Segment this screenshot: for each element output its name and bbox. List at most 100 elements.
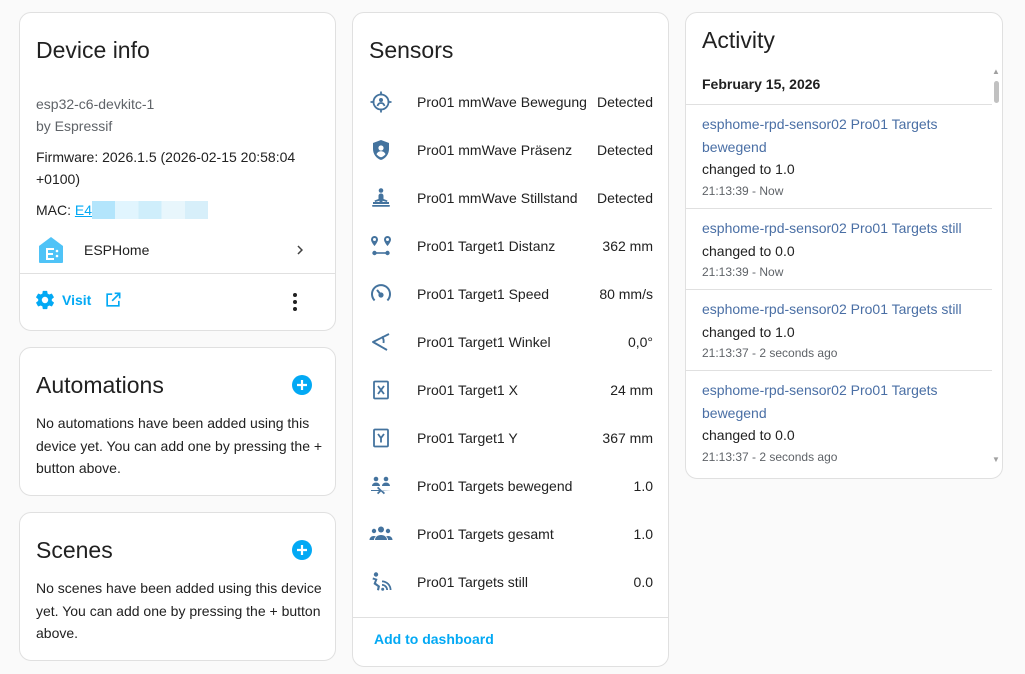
- activity-time: 21:13:39 - Now: [702, 183, 784, 198]
- sensor-value: Detected: [596, 94, 653, 110]
- sensor-value: 80 mm/s: [599, 286, 653, 302]
- device-firmware: Firmware: 2026.1.5 (2026-02-15 20:58:04 …: [36, 149, 296, 187]
- visit-device-button[interactable]: Visit: [34, 289, 123, 311]
- device-manufacturer: by Espressif: [36, 118, 113, 134]
- add-scene-icon[interactable]: [291, 539, 313, 561]
- device-model: esp32-c6-devkitc-1: [36, 96, 155, 112]
- map-marker-distance-icon: [369, 234, 393, 258]
- open-in-new-icon: [103, 290, 123, 310]
- chevron-right-icon: [291, 241, 309, 259]
- angle-acute-icon: [369, 330, 393, 354]
- scenes-title: Scenes: [36, 537, 113, 563]
- sensor-row[interactable]: Pro01 mmWave Präsenz Detected: [353, 126, 668, 174]
- activity-entity-link[interactable]: esphome-rpd-sensor02 Pro01 Targets beweg…: [702, 379, 982, 424]
- sensor-row[interactable]: Pro01 Target1 X 24 mm: [353, 366, 668, 414]
- sensor-value: Detected: [596, 190, 653, 206]
- scroll-up-arrow-icon[interactable]: ▲: [992, 67, 1000, 76]
- sensor-name: Pro01 Targets gesamt: [417, 526, 554, 542]
- sensors-divider: [353, 617, 668, 618]
- sensor-row[interactable]: Pro01 Target1 Y 367 mm: [353, 414, 668, 462]
- activity-entry: esphome-rpd-sensor02 Pro01 Targets beweg…: [702, 113, 982, 200]
- activity-change: changed to 0.0: [702, 427, 795, 443]
- device-info-title: Device info: [36, 37, 150, 63]
- sensor-value: 367 mm: [602, 430, 653, 446]
- activity-time: 21:13:37 - 2 seconds ago: [702, 449, 838, 464]
- automations-card: Automations No automations have been add…: [19, 347, 336, 496]
- speedometer-icon: [369, 282, 393, 306]
- device-divider: [20, 273, 335, 274]
- gear-icon: [34, 289, 56, 311]
- sensor-row[interactable]: Pro01 mmWave Stillstand Detected: [353, 174, 668, 222]
- activity-change: changed to 1.0: [702, 323, 795, 340]
- sensor-row[interactable]: Pro01 Target1 Winkel 0,0°: [353, 318, 668, 366]
- motion-target-icon: [369, 90, 393, 114]
- sensor-value: 1.0: [633, 478, 653, 494]
- integration-row-esphome[interactable]: ESPHome: [20, 227, 335, 273]
- sensor-name: Pro01 mmWave Präsenz: [417, 142, 573, 158]
- activity-entry: esphome-rpd-sensor02 Pro01 Targets still…: [702, 217, 982, 281]
- sensor-name: Pro01 Target1 X: [417, 382, 518, 398]
- activity-card: Activity February 15, 2026 esphome-rpd-s…: [685, 12, 1003, 479]
- sensor-name: Pro01 Target1 Speed: [417, 286, 550, 302]
- activity-entry: esphome-rpd-sensor02 Pro01 Targets still…: [702, 298, 982, 362]
- activity-change: changed to 0.0: [702, 242, 795, 259]
- sensor-value: 0.0: [633, 574, 653, 590]
- mac-link[interactable]: E4: [75, 202, 92, 218]
- sensor-row[interactable]: Pro01 Targets still 0.0: [353, 558, 668, 606]
- sensor-value: 24 mm: [610, 382, 653, 398]
- activity-change: changed to 1.0: [702, 161, 795, 177]
- sensor-name: Pro01 mmWave Stillstand: [417, 190, 578, 206]
- device-info-card: Device info esp32-c6-devkitc-1 by Espres…: [19, 12, 336, 331]
- scenes-card: Scenes No scenes have been added using t…: [19, 512, 336, 661]
- account-arrow-icon: [369, 474, 393, 498]
- activity-title: Activity: [702, 27, 775, 53]
- sensors-card: Sensors Pro01 mmWave Bewegung Detected P…: [352, 12, 669, 667]
- activity-time: 21:13:37 - 2 seconds ago: [702, 346, 838, 360]
- activity-scrollbar[interactable]: [991, 69, 1001, 469]
- sensor-row[interactable]: Pro01 Target1 Speed 80 mm/s: [353, 270, 668, 318]
- activity-divider: [686, 289, 992, 290]
- alpha-y-box-icon: [369, 426, 393, 450]
- sensor-name: Pro01 Target1 Y: [417, 430, 518, 446]
- sensor-name: Pro01 Targets still: [417, 574, 529, 590]
- automations-title: Automations: [36, 372, 164, 398]
- add-automation-icon[interactable]: [291, 374, 313, 396]
- sensor-value: Detected: [596, 142, 653, 158]
- sensor-row[interactable]: Pro01 mmWave Bewegung Detected: [353, 78, 668, 126]
- integration-label: ESPHome: [84, 242, 150, 258]
- sensor-name: Pro01 Targets bewegend: [417, 478, 573, 494]
- account-group-icon: [369, 522, 393, 546]
- automations-description: No automations have been added using thi…: [36, 415, 323, 476]
- activity-entity-link[interactable]: esphome-rpd-sensor02 Pro01 Targets still: [702, 298, 982, 321]
- alpha-x-box-icon: [369, 378, 393, 402]
- sensors-title: Sensors: [369, 37, 454, 63]
- sensor-name: Pro01 Target1 Winkel: [417, 334, 551, 350]
- sensor-name: Pro01 mmWave Bewegung: [417, 94, 587, 110]
- scroll-down-arrow-icon[interactable]: ▼: [992, 455, 1000, 464]
- esphome-logo-icon: [36, 235, 66, 265]
- activity-scrollbar-thumb[interactable]: [994, 81, 999, 103]
- sensor-row[interactable]: Pro01 Target1 Distanz 362 mm: [353, 222, 668, 270]
- meditation-icon: [369, 186, 393, 210]
- sensor-value: 1.0: [633, 526, 653, 542]
- visit-label: Visit: [62, 292, 92, 308]
- sensor-row[interactable]: Pro01 Targets bewegend 1.0: [353, 462, 668, 510]
- activity-divider: [686, 208, 992, 209]
- sensor-name: Pro01 Target1 Distanz: [417, 238, 556, 254]
- activity-divider: [686, 104, 992, 105]
- scenes-description: No scenes have been added using this dev…: [36, 580, 322, 641]
- device-mac: MAC: E4: [36, 199, 209, 221]
- account-still-icon: [369, 570, 393, 594]
- activity-date: February 15, 2026: [702, 76, 821, 92]
- mac-redaction: [92, 201, 209, 219]
- mac-label: MAC:: [36, 202, 75, 218]
- activity-entity-link[interactable]: esphome-rpd-sensor02 Pro01 Targets beweg…: [702, 113, 982, 158]
- activity-divider: [686, 370, 992, 371]
- sensor-row[interactable]: Pro01 Targets gesamt 1.0: [353, 510, 668, 558]
- sensor-value: 362 mm: [602, 238, 653, 254]
- more-options-icon[interactable]: [288, 291, 302, 313]
- activity-entity-link[interactable]: esphome-rpd-sensor02 Pro01 Targets still: [702, 217, 982, 240]
- activity-entry: esphome-rpd-sensor02 Pro01 Targets beweg…: [702, 379, 982, 466]
- activity-time: 21:13:39 - Now: [702, 265, 784, 279]
- add-to-dashboard-button[interactable]: Add to dashboard: [374, 631, 494, 647]
